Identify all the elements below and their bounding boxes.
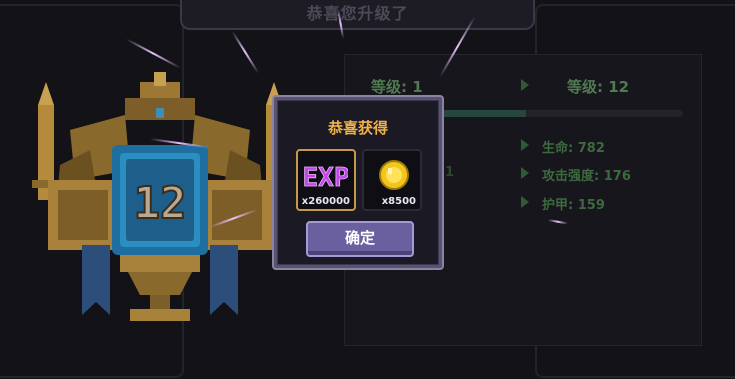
confirm-button[interactable]: 确定 bbox=[306, 221, 414, 257]
level-up-banner: 恭喜您升级了 bbox=[180, 0, 535, 30]
arrow-icon bbox=[521, 167, 529, 179]
attack-stat: 攻击强度: 176 bbox=[542, 169, 631, 184]
exp-icon: EXP bbox=[304, 163, 348, 193]
reward-count: x8500 bbox=[381, 196, 416, 207]
xp-progress-fill bbox=[437, 110, 526, 117]
banner-title: 恭喜您升级了 bbox=[306, 4, 409, 23]
arrow-icon bbox=[521, 139, 529, 151]
new-level-label: 等级: 12 bbox=[567, 78, 630, 96]
sparkle-effect bbox=[231, 30, 260, 74]
reward-slot-gold[interactable]: x8500 bbox=[362, 149, 422, 211]
reward-dialog: 恭喜获得 EXP x260000 x8500 确定 bbox=[272, 95, 444, 270]
reward-count: x260000 bbox=[301, 196, 350, 207]
hp-stat: 生命: 782 bbox=[542, 141, 605, 156]
arrow-icon bbox=[521, 79, 529, 91]
xp-progress-bar bbox=[437, 110, 683, 117]
reward-dialog-body: 恭喜获得 EXP x260000 x8500 确定 bbox=[277, 100, 439, 265]
arrow-icon bbox=[521, 196, 529, 208]
armor-stat: 护甲: 159 bbox=[542, 198, 605, 213]
reward-dialog-title: 恭喜获得 bbox=[327, 119, 388, 137]
reward-slot-exp[interactable]: EXP x260000 bbox=[296, 149, 356, 211]
partial-stat-value: 1 bbox=[445, 165, 455, 180]
gold-coin-icon bbox=[379, 160, 409, 190]
trophy-level-number: 12 bbox=[134, 178, 187, 229]
old-level-label: 等级: 1 bbox=[371, 78, 423, 96]
trophy-crest-icon: 12 bbox=[32, 72, 288, 321]
svg-text:EXP: EXP bbox=[304, 163, 348, 193]
